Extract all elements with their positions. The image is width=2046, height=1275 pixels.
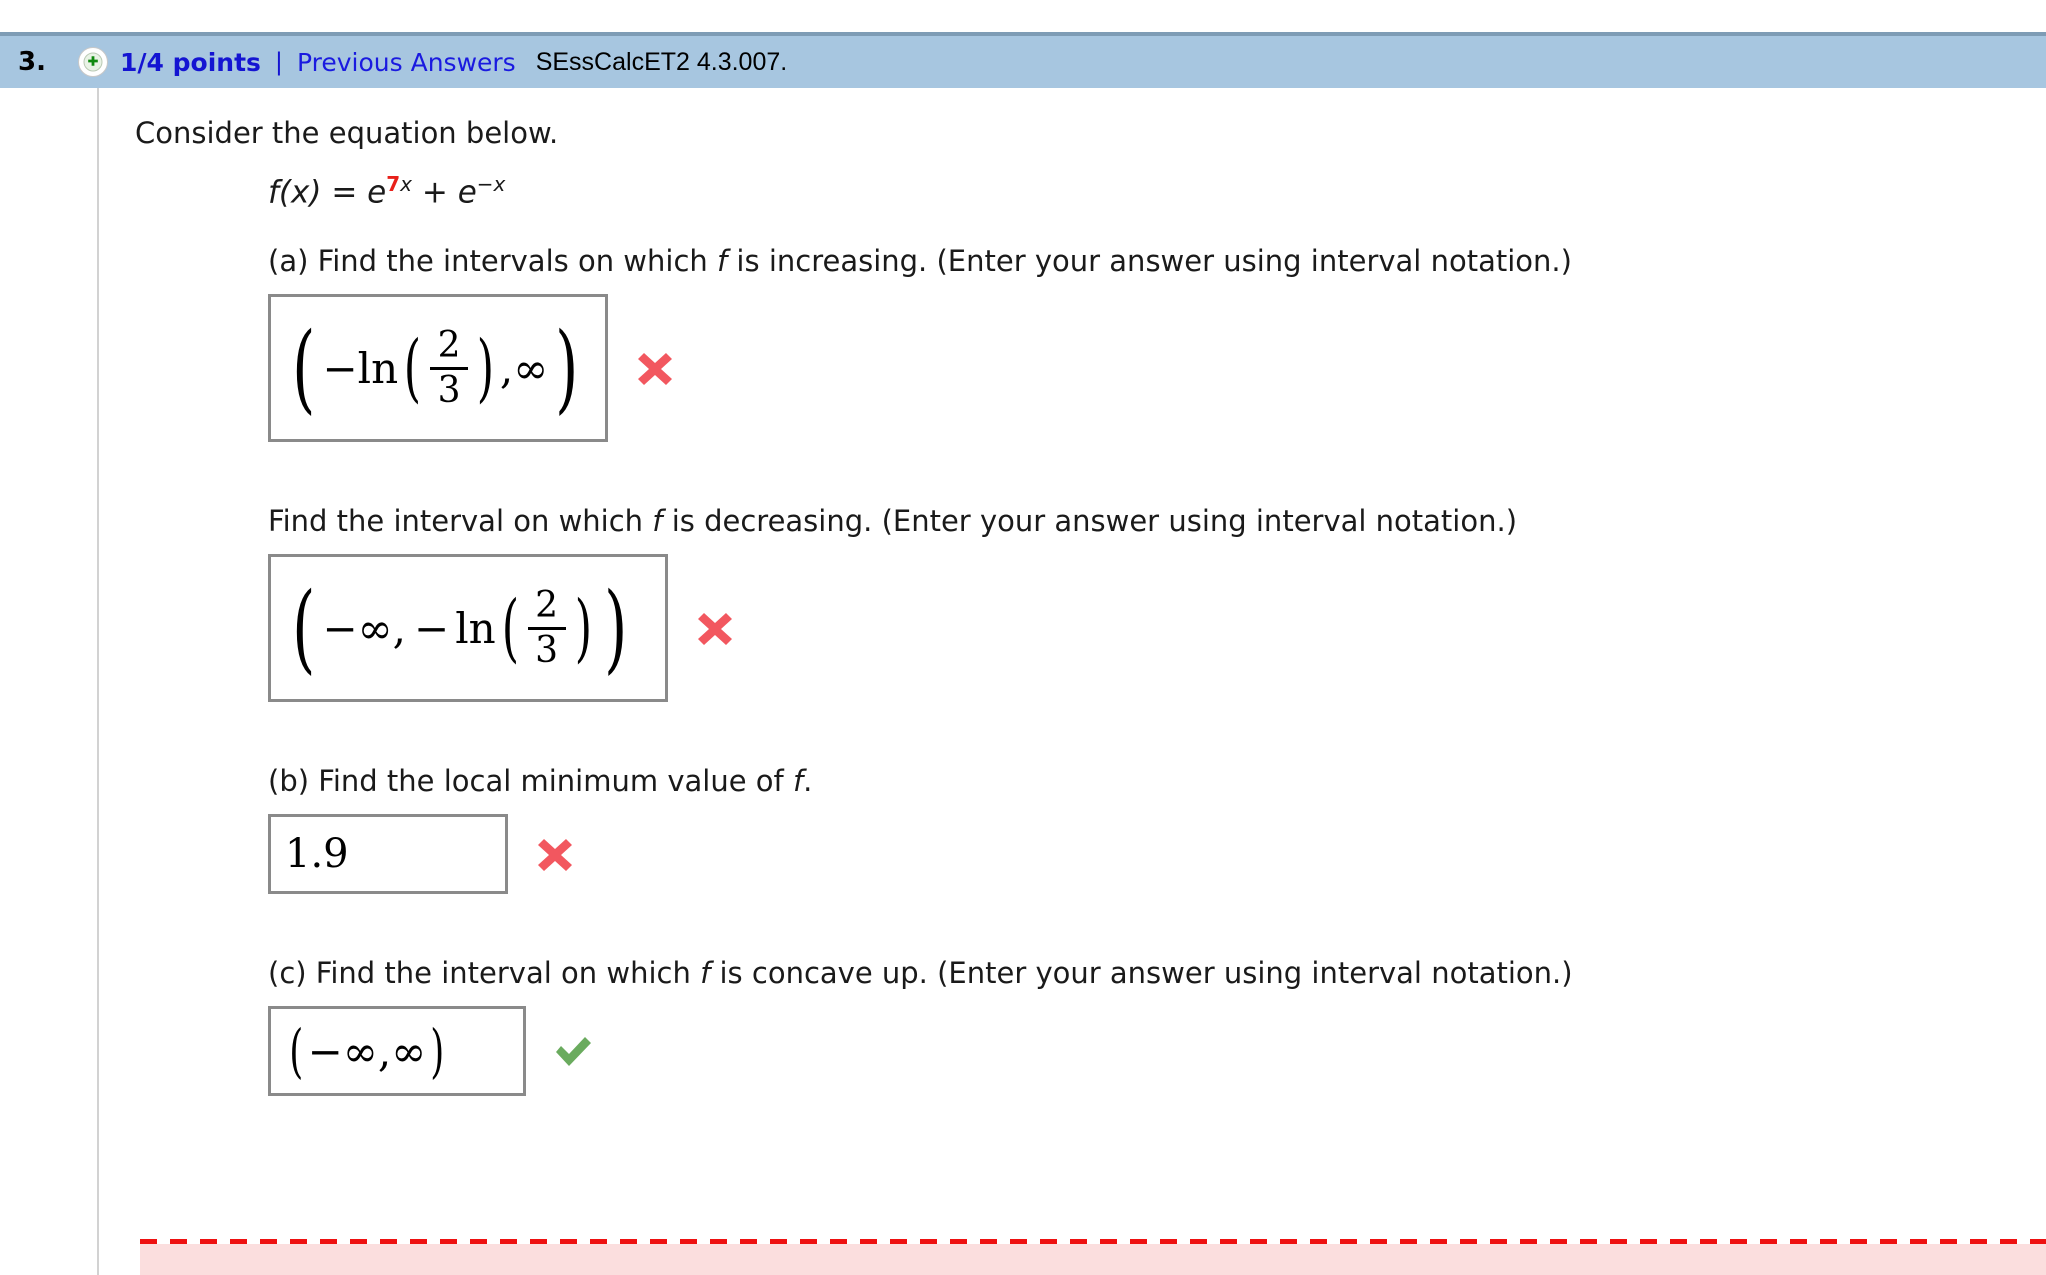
minus-sign: − xyxy=(414,603,450,653)
inner-close-paren: ) xyxy=(574,584,592,671)
close-paren: ) xyxy=(555,312,579,425)
question-body: Consider the equation below. f(x) = e7x … xyxy=(0,88,2046,1275)
part-a-prompt-suffix: is increasing. (Enter your answer using … xyxy=(727,244,1572,279)
ln-operator: ln xyxy=(357,343,399,393)
fraction-numerator: 2 xyxy=(437,324,461,366)
part-c-answer-input[interactable]: ( −∞ , ∞ ) xyxy=(268,1006,526,1097)
fraction-denominator: 3 xyxy=(437,369,461,411)
equation-term1-exponent-variable: x xyxy=(400,172,412,196)
part-b-prompt-suffix: . xyxy=(803,764,813,799)
part-c-prompt: (c) Find the interval on which f is conc… xyxy=(268,956,1995,990)
equation-display: f(x) = e7x + e−x xyxy=(268,172,1995,210)
part-b-answer-value: 1.9 xyxy=(285,831,349,878)
left-vertical-rule xyxy=(97,88,99,1275)
negative-infinity-symbol: −∞ xyxy=(322,603,393,653)
part-a-answer-row: ( − ln ( 2 3 ) , ∞ ) xyxy=(268,294,1995,443)
part-a-prompt-prefix: (a) Find the intervals on which xyxy=(268,244,717,279)
part-c-prompt-suffix: is concave up. (Enter your answer using … xyxy=(710,956,1573,991)
close-paren: ) xyxy=(430,1017,445,1086)
part-a-prompt-variable: f xyxy=(717,244,728,279)
comma: , xyxy=(377,1026,392,1076)
equation-term2-base: e xyxy=(457,174,477,211)
ln-operator: ln xyxy=(455,603,496,653)
negative-infinity-symbol: −∞ xyxy=(307,1026,378,1076)
part-a-answer-math: ( − ln ( 2 3 ) , ∞ ) xyxy=(285,312,586,425)
open-paren: ( xyxy=(292,312,316,425)
fraction-two-thirds: 2 3 xyxy=(527,584,566,671)
close-paren: ) xyxy=(604,572,628,685)
plus-circle-icon[interactable] xyxy=(78,47,108,77)
header-separator: | xyxy=(274,48,283,76)
part-a-prompt: (a) Find the intervals on which f is inc… xyxy=(268,244,1995,278)
infinity-symbol: ∞ xyxy=(391,1026,427,1076)
previous-answers-link[interactable]: Previous Answers xyxy=(297,48,516,77)
open-paren: ( xyxy=(292,572,316,685)
assignment-code: SEssCalcET2 4.3.007. xyxy=(535,47,788,76)
minus-sign: − xyxy=(322,343,358,393)
green-check-icon xyxy=(552,1030,594,1072)
question-content: Consider the equation below. f(x) = e7x … xyxy=(135,88,1995,1097)
equation-term1-base: e xyxy=(367,174,387,211)
inner-open-paren: ( xyxy=(501,584,519,671)
equation-equals: = xyxy=(331,174,358,211)
part-a-answer-input[interactable]: ( − ln ( 2 3 ) , ∞ ) xyxy=(268,294,608,443)
part-a2-prompt-prefix: Find the interval on which xyxy=(268,504,653,539)
intro-text: Consider the equation below. xyxy=(135,116,559,150)
part-c-answer-math: ( −∞ , ∞ ) xyxy=(285,1017,449,1086)
part-a2-answer-math: ( −∞ , − ln ( 2 3 ) ) xyxy=(285,572,635,685)
red-x-icon xyxy=(534,833,576,875)
comma: , xyxy=(392,603,406,653)
part-a2-answer-row: ( −∞ , − ln ( 2 3 ) ) xyxy=(268,554,1995,703)
part-c-answer-row: ( −∞ , ∞ ) xyxy=(268,1006,1995,1097)
inner-close-paren: ) xyxy=(476,324,495,411)
part-b-answer-input[interactable]: 1.9 xyxy=(268,814,508,895)
pink-footer-strip xyxy=(140,1244,2046,1275)
points-label: 1/4 points xyxy=(120,47,261,77)
part-b-prompt: (b) Find the local minimum value of f. xyxy=(268,764,1995,798)
equation-plus: + xyxy=(421,174,448,211)
question-number: 3. xyxy=(18,47,46,77)
part-b-prompt-variable: f xyxy=(792,764,804,799)
equation-term1-exponent-coefficient: 7 xyxy=(386,172,401,196)
red-x-icon xyxy=(634,347,676,389)
equation-lhs: f(x) xyxy=(268,174,322,211)
fraction-numerator: 2 xyxy=(535,584,559,626)
part-c-prompt-prefix: (c) Find the interval on which xyxy=(268,956,701,991)
part-b-answer-row: 1.9 xyxy=(268,814,1995,895)
part-a2-prompt-suffix: is decreasing. (Enter your answer using … xyxy=(662,504,1518,539)
question-header-bar: 3. 1/4 points | Previous Answers SEssCal… xyxy=(0,32,2046,88)
open-paren: ( xyxy=(289,1017,304,1086)
fraction-two-thirds: 2 3 xyxy=(430,324,469,411)
red-x-icon xyxy=(694,607,736,649)
comma: , xyxy=(499,343,514,393)
part-b-prompt-prefix: (b) Find the local minimum value of xyxy=(268,764,793,799)
fraction-denominator: 3 xyxy=(535,629,559,671)
part-c-prompt-variable: f xyxy=(700,956,711,991)
inner-open-paren: ( xyxy=(403,324,422,411)
equation-term2-exponent: −x xyxy=(476,172,506,196)
part-a2-answer-input[interactable]: ( −∞ , − ln ( 2 3 ) ) xyxy=(268,554,668,703)
part-a2-prompt-variable: f xyxy=(652,504,663,539)
part-a2-prompt: Find the interval on which f is decreasi… xyxy=(268,504,1995,538)
infinity-symbol: ∞ xyxy=(513,343,549,393)
